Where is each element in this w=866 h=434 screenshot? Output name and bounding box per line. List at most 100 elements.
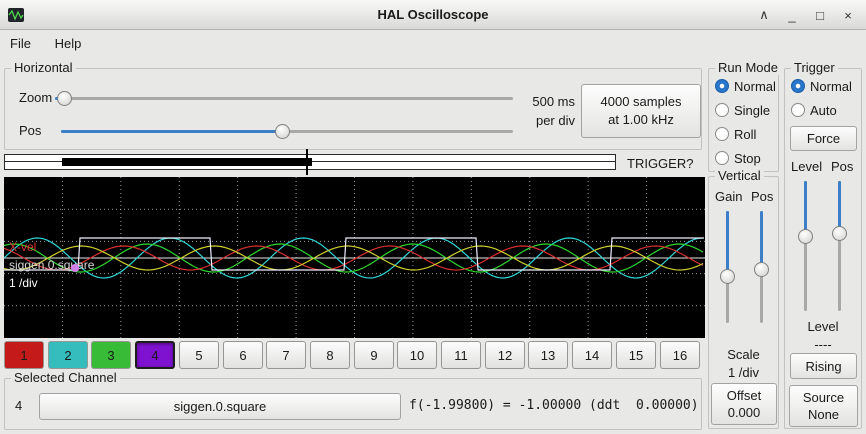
window-controls: ∧ _ □ × (758, 0, 854, 30)
vertical-pos-slider[interactable] (754, 211, 769, 323)
channel-row: 12345678910111213141516 (0, 341, 705, 370)
trigger-source-value: None (808, 406, 839, 423)
selected-channel-group-label: Selected Channel (11, 370, 120, 385)
radio-icon (715, 127, 729, 141)
slider-handle[interactable] (275, 124, 290, 139)
channel-button-7[interactable]: 7 (266, 341, 306, 369)
radio-label: Stop (734, 151, 761, 166)
scope-overlay-label-1: siggen.0.square (9, 258, 95, 272)
record-position-bar[interactable] (4, 154, 616, 170)
slider-handle[interactable] (754, 262, 769, 277)
run-mode-radio-normal[interactable]: Normal (715, 74, 776, 98)
slider-handle[interactable] (832, 226, 847, 241)
channel-button-11[interactable]: 11 (441, 341, 481, 369)
radio-icon (715, 103, 729, 117)
trigger-edge-button[interactable]: Rising (790, 353, 857, 379)
horizontal-pos-label: Pos (19, 123, 41, 138)
channel-button-5[interactable]: 5 (179, 341, 219, 369)
sample-cursor-marker[interactable] (71, 264, 79, 272)
horizontal-group: Horizontal Zoom Pos 500 ms per div 4000 … (4, 68, 702, 150)
scope-overlay-label-0: X-vel (9, 240, 36, 254)
samples-button[interactable]: 4000 samples at 1.00 kHz (581, 84, 701, 138)
trigger-mode-options: Normal Auto (791, 74, 852, 122)
menu-help[interactable]: Help (45, 31, 92, 56)
radio-icon (715, 79, 729, 93)
scope-canvas: X-vel siggen.0.square 1 /div (4, 177, 705, 338)
channel-button-2[interactable]: 2 (48, 341, 88, 369)
zoom-slider[interactable] (55, 91, 513, 106)
trigger-pos-slider[interactable] (832, 181, 847, 311)
trigger-level-slider[interactable] (798, 181, 813, 311)
radio-label: Normal (810, 79, 852, 94)
offset-value: 0.000 (728, 404, 761, 421)
trigger-level-value: ---- (785, 337, 861, 352)
scope-overlay-label-2: 1 /div (9, 276, 38, 290)
menu-file[interactable]: File (0, 31, 41, 56)
channel-button-14[interactable]: 14 (572, 341, 612, 369)
trigger-radio-normal[interactable]: Normal (791, 74, 852, 98)
channel-button-6[interactable]: 6 (223, 341, 263, 369)
horizontal-group-label: Horizontal (11, 60, 76, 75)
radio-icon (715, 151, 729, 165)
time-per-div: 500 ms per div (513, 92, 575, 130)
radio-label: Roll (734, 127, 756, 142)
run-mode-options: Normal Single Roll Stop (715, 74, 776, 170)
offset-button[interactable]: Offset 0.000 (711, 383, 777, 425)
gain-label: Gain (715, 189, 742, 204)
maximize-icon[interactable]: □ (814, 8, 826, 23)
hal-oscilloscope-window: HAL Oscilloscope ∧ _ □ × File Help Horiz… (0, 0, 866, 434)
slider-track[interactable] (55, 97, 513, 100)
channel-button-10[interactable]: 10 (397, 341, 437, 369)
run-mode-group-label: Run Mode (715, 60, 781, 75)
run-mode-radio-single[interactable]: Single (715, 98, 776, 122)
channel-button-16[interactable]: 16 (660, 341, 700, 369)
record-view-bar[interactable] (62, 158, 312, 166)
trigger-level-caption: Level (785, 319, 861, 334)
slider-fill (61, 130, 282, 133)
close-icon[interactable]: × (842, 8, 854, 23)
scale-value: 1 /div (709, 365, 778, 380)
minimize-icon[interactable]: _ (786, 8, 798, 23)
vertical-group-label: Vertical (715, 168, 764, 183)
slider-handle[interactable] (798, 229, 813, 244)
force-button[interactable]: Force (790, 126, 857, 151)
channel-button-13[interactable]: 13 (528, 341, 568, 369)
trigger-radio-auto[interactable]: Auto (791, 98, 852, 122)
run-mode-radio-roll[interactable]: Roll (715, 122, 776, 146)
channel-button-8[interactable]: 8 (310, 341, 350, 369)
horizontal-pos-slider[interactable] (61, 124, 513, 139)
run-mode-radio-stop[interactable]: Stop (715, 146, 776, 170)
selected-channel-number: 4 (15, 398, 22, 413)
channel-button-15[interactable]: 15 (616, 341, 656, 369)
selected-channel-name-button[interactable]: siggen.0.square (39, 393, 401, 420)
selected-channel-name: siggen.0.square (174, 399, 267, 414)
run-mode-group: Run Mode NormalSingleRollStop (708, 68, 779, 172)
channel-button-1[interactable]: 1 (4, 341, 44, 369)
scope-display[interactable]: X-vel siggen.0.square 1 /div (4, 177, 705, 338)
vertical-pos-label: Pos (751, 189, 773, 204)
radio-icon (791, 103, 805, 117)
record-trigger-marker (306, 149, 308, 175)
window-title: HAL Oscilloscope (0, 7, 866, 22)
titlebar[interactable]: HAL Oscilloscope ∧ _ □ × (0, 0, 866, 30)
channel-button-3[interactable]: 3 (91, 341, 131, 369)
trigger-group: Trigger NormalAuto Force Level Pos Level… (784, 68, 862, 429)
trigger-source-label: Source (803, 389, 844, 406)
channel-readout: f(-1.99800) = -1.00000 (ddt 0.00000) (409, 398, 699, 413)
samples-rate: at 1.00 kHz (608, 111, 674, 129)
selected-channel-group: Selected Channel 4 siggen.0.square f(-1.… (4, 378, 702, 430)
shade-icon[interactable]: ∧ (758, 7, 770, 23)
channel-button-4[interactable]: 4 (135, 341, 175, 369)
channel-button-12[interactable]: 12 (485, 341, 525, 369)
slider-fill (726, 211, 729, 276)
slider-handle[interactable] (720, 269, 735, 284)
radio-label: Single (734, 103, 770, 118)
channel-button-9[interactable]: 9 (354, 341, 394, 369)
scale-label: Scale (709, 347, 778, 362)
time-per-div-unit: per div (513, 111, 575, 130)
trigger-source-button[interactable]: Source None (789, 385, 858, 427)
slider-handle[interactable] (57, 91, 72, 106)
gain-slider[interactable] (720, 211, 735, 323)
radio-icon (791, 79, 805, 93)
slider-fill (760, 211, 763, 269)
